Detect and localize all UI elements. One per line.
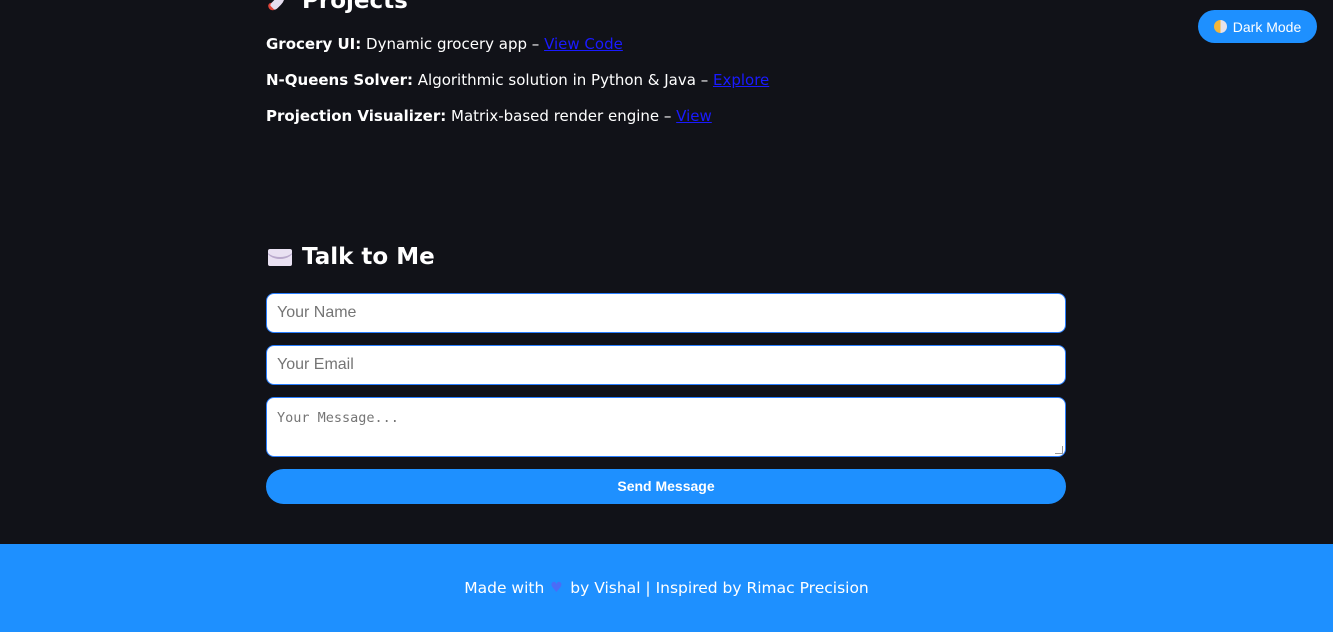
message-textarea[interactable]: Your Message... — [266, 397, 1066, 457]
heart-icon: ♥ — [550, 580, 563, 596]
projects-heading: Projects — [266, 0, 408, 14]
explore-link[interactable]: Explore — [713, 71, 769, 89]
project-description: Matrix-based render engine – — [451, 107, 672, 125]
name-input[interactable]: Your Name — [266, 293, 1066, 333]
project-name: Grocery UI: — [266, 35, 362, 53]
footer-credit: by Vishal | Inspired by Rimac Precision — [570, 579, 869, 597]
footer-text: Made with ♥ by Vishal | Inspired by Rima… — [464, 579, 869, 597]
project-item-nqueens: N-Queens Solver: Algorithmic solution in… — [266, 70, 769, 90]
project-description: Algorithmic solution in Python & Java – — [417, 71, 709, 89]
send-message-button[interactable]: Send Message — [266, 469, 1066, 504]
view-link[interactable]: View — [676, 107, 712, 125]
project-item-grocery: Grocery UI: Dynamic grocery app – View C… — [266, 34, 769, 54]
project-name: Projection Visualizer: — [266, 107, 447, 125]
project-item-projection: Projection Visualizer: Matrix-based rend… — [266, 106, 769, 126]
project-description: Dynamic grocery app – — [366, 35, 540, 53]
footer: Made with ♥ by Vishal | Inspired by Rima… — [0, 544, 1333, 632]
dark-mode-toggle-button[interactable]: Dark Mode — [1198, 10, 1317, 43]
project-name: N-Queens Solver: — [266, 71, 413, 89]
half-moon-icon — [1213, 20, 1227, 33]
view-code-link[interactable]: View Code — [544, 35, 623, 53]
resize-handle-icon[interactable] — [1055, 446, 1063, 454]
contact-heading-text: Talk to Me — [302, 244, 435, 270]
dark-mode-label: Dark Mode — [1232, 18, 1302, 35]
envelope-icon — [268, 248, 292, 266]
email-input[interactable]: Your Email — [266, 345, 1066, 385]
project-list: Grocery UI: Dynamic grocery app – View C… — [266, 34, 769, 142]
footer-made-with: Made with — [464, 579, 545, 597]
name-placeholder: Your Name — [277, 304, 357, 321]
projects-heading-text: Projects — [302, 0, 408, 14]
contact-heading: Talk to Me — [268, 244, 435, 270]
email-placeholder: Your Email — [277, 356, 354, 373]
rocket-icon — [266, 0, 292, 12]
message-placeholder: Your Message... — [277, 410, 399, 426]
